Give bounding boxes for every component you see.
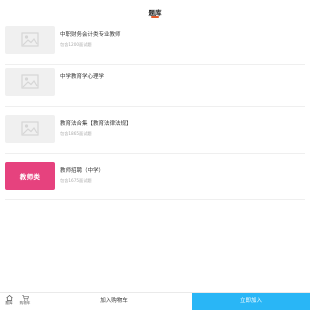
buy-now-button[interactable]: 立即加入 xyxy=(192,293,310,310)
cart-nav-button[interactable]: 购物车 xyxy=(17,294,33,310)
image-placeholder-icon xyxy=(5,68,55,96)
image-placeholder-icon xyxy=(5,115,55,143)
cart-label: 购物车 xyxy=(19,301,31,305)
divider xyxy=(5,64,305,65)
title-underline xyxy=(151,16,159,18)
thumbnail-label: 教师类 xyxy=(19,173,41,181)
list-item[interactable]: 教育法合集【教育法律法规】 包含1865面试题 xyxy=(5,115,310,157)
home-nav-button[interactable]: 题库 xyxy=(1,294,17,310)
list-item[interactable]: 中职财务会计类专业教师 包含1200面试题 xyxy=(5,26,310,68)
add-to-cart-button[interactable]: 加入购物车 xyxy=(36,293,192,310)
item-subtitle: 包含1675面试题 xyxy=(60,178,92,183)
item-title: 教育法合集【教育法律法规】 xyxy=(60,121,132,127)
list-item[interactable]: 中学教育学心理学 xyxy=(5,68,310,110)
list-item[interactable]: 教师类 教师招聘（中学） 包含1675面试题 xyxy=(5,162,310,204)
home-label: 题库 xyxy=(5,301,13,305)
item-subtitle: 包含1865面试题 xyxy=(60,131,92,136)
page-title: 题库 xyxy=(148,9,162,17)
category-thumbnail: 教师类 xyxy=(5,162,55,190)
image-placeholder-icon xyxy=(5,26,55,54)
page-header: 题库 xyxy=(0,0,310,20)
item-title: 中职财务会计类专业教师 xyxy=(60,32,121,38)
item-subtitle: 包含1200面试题 xyxy=(60,42,92,47)
divider xyxy=(5,106,305,107)
item-title: 中学教育学心理学 xyxy=(60,74,105,80)
divider xyxy=(5,199,305,200)
divider xyxy=(5,153,305,154)
item-title: 教师招聘（中学） xyxy=(60,168,105,174)
bottom-action-bar: 题库 购物车 加入购物车 立即加入 xyxy=(0,292,310,310)
